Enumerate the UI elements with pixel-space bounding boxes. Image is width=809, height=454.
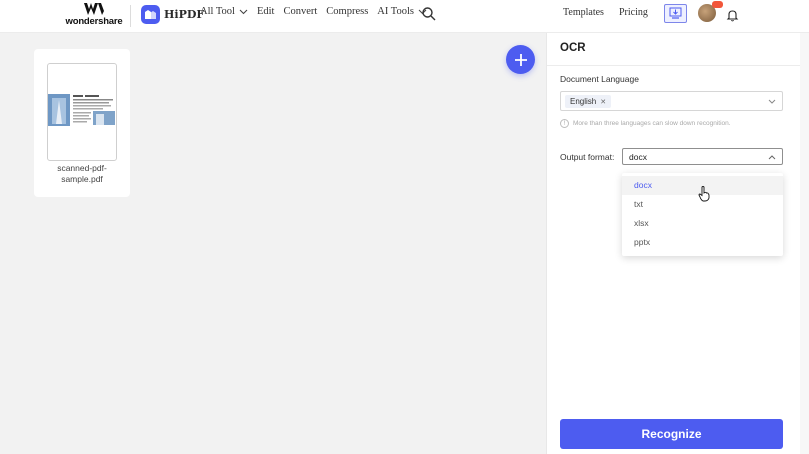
avatar-badge xyxy=(712,1,723,8)
bell-icon[interactable] xyxy=(726,9,739,22)
header-divider xyxy=(130,5,131,27)
output-format-label: Output format: xyxy=(560,152,615,162)
brand-name: wondershare xyxy=(65,16,123,27)
scrollbar-track[interactable] xyxy=(800,33,809,454)
file-name: scanned-pdf-sample.pdf xyxy=(57,163,107,184)
pdf-thumbnail xyxy=(47,63,117,161)
nav-all-tool[interactable]: All Tool xyxy=(200,6,248,17)
nav-pricing[interactable]: Pricing xyxy=(619,7,648,18)
top-bar: wondershare HiPDF All Tool Edit Convert … xyxy=(0,0,809,33)
chevron-down-icon xyxy=(768,99,776,104)
wondershare-logo[interactable]: wondershare xyxy=(64,3,124,29)
chevron-up-icon xyxy=(768,155,776,160)
nav-convert[interactable]: Convert xyxy=(283,6,317,17)
nav-ai-tools-label: AI Tools xyxy=(377,6,414,17)
nav-all-tool-label: All Tool xyxy=(200,6,235,17)
hand-cursor-icon xyxy=(698,186,710,202)
info-icon: ! xyxy=(560,119,569,128)
document-language-label: Document Language xyxy=(560,74,639,84)
nav-edit[interactable]: Edit xyxy=(257,6,275,17)
panel-title: OCR xyxy=(560,42,586,54)
plus-icon xyxy=(514,53,527,66)
download-icon xyxy=(669,7,682,19)
recognize-button[interactable]: Recognize xyxy=(560,419,783,449)
nav-edit-label: Edit xyxy=(256,6,275,17)
wondershare-mark-icon xyxy=(84,3,104,15)
nav-ai-tools[interactable]: AI Tools xyxy=(377,6,427,17)
nav-compress-label: Compress xyxy=(326,6,369,17)
nav-templates[interactable]: Templates xyxy=(563,7,604,18)
download-desktop-button[interactable] xyxy=(664,4,687,23)
file-workspace: scanned-pdf-sample.pdf xyxy=(0,33,546,454)
language-tag-label: English xyxy=(570,97,597,106)
file-card[interactable]: scanned-pdf-sample.pdf xyxy=(34,49,130,197)
format-option-xlsx[interactable]: xlsx xyxy=(622,214,783,233)
format-option-pptx[interactable]: pptx xyxy=(622,233,783,252)
hipdf-logo[interactable]: HiPDF xyxy=(141,4,204,24)
close-icon[interactable]: ✕ xyxy=(600,98,606,106)
hipdf-icon xyxy=(141,4,160,24)
document-language-select[interactable]: English ✕ xyxy=(560,91,783,111)
search-icon[interactable] xyxy=(421,6,437,22)
ocr-panel: OCR Document Language English ✕ ! More t… xyxy=(546,33,809,454)
chevron-down-icon xyxy=(239,9,248,14)
add-file-button[interactable] xyxy=(506,45,535,74)
language-tag: English ✕ xyxy=(565,95,612,108)
panel-divider xyxy=(547,65,809,66)
nav-convert-label: Convert xyxy=(283,6,318,17)
main-nav: All Tool Edit Convert Compress AI Tools xyxy=(200,6,436,17)
nav-compress[interactable]: Compress xyxy=(326,6,368,17)
output-format-select[interactable]: docx xyxy=(622,148,783,165)
output-format-value: docx xyxy=(629,152,647,162)
language-hint: ! More than three languages can slow dow… xyxy=(560,119,731,128)
language-hint-text: More than three languages can slow down … xyxy=(573,120,731,127)
product-name: HiPDF xyxy=(164,7,205,21)
